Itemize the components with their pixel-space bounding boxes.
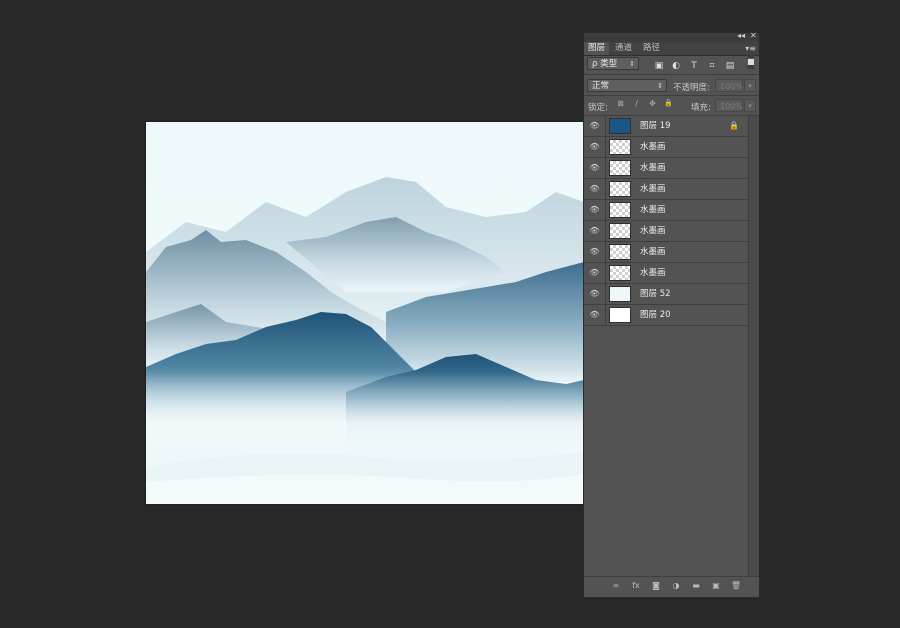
layer-name[interactable]: 水墨画: [640, 263, 666, 283]
lock-icon: 🔒: [729, 121, 739, 130]
layer-row[interactable]: 👁 水墨画: [584, 263, 749, 284]
ink-mountain-artwork: [146, 122, 584, 504]
layer-name[interactable]: 图层 52: [640, 284, 671, 304]
divider: [584, 95, 759, 96]
lock-transparent-icon[interactable]: ⊠: [615, 99, 626, 108]
document-canvas[interactable]: [146, 122, 584, 504]
close-icon[interactable]: ✕: [750, 31, 757, 40]
filter-kind-label: 类型: [600, 59, 618, 69]
layer-thumbnail: [609, 181, 631, 197]
chevron-updown-icon: ⇕: [629, 60, 635, 68]
new-layer-icon[interactable]: ▣: [710, 581, 722, 590]
layer-thumbnail: [609, 244, 631, 260]
lock-label: 锁定:: [588, 103, 608, 113]
panel-titlebar: ◂◂ ✕: [584, 31, 759, 42]
lock-paint-icon[interactable]: ∕: [631, 99, 642, 108]
layer-row[interactable]: 👁 图层 19 🔒: [584, 116, 749, 137]
layer-row[interactable]: 👁 水墨画: [584, 158, 749, 179]
image-filter-icon[interactable]: ▣: [653, 61, 665, 71]
eye-icon[interactable]: 👁: [584, 137, 606, 157]
fx-icon[interactable]: fx: [630, 581, 642, 590]
layer-thumbnail: [609, 160, 631, 176]
layer-thumbnail: [609, 286, 631, 302]
panel-tabs: 图层 通道 路径 ▾≡: [584, 42, 759, 56]
layer-row[interactable]: 👁 水墨画: [584, 242, 749, 263]
layer-thumbnail: [609, 307, 631, 323]
type-filter-icon[interactable]: T: [688, 61, 700, 71]
smart-object-filter-icon[interactable]: ▤: [724, 61, 736, 71]
eye-icon[interactable]: 👁: [584, 179, 606, 199]
layer-row[interactable]: 👁 水墨画: [584, 200, 749, 221]
layer-name[interactable]: 水墨画: [640, 221, 666, 241]
opacity-dropdown-icon[interactable]: ▾: [744, 79, 756, 92]
filter-toggle-icon[interactable]: ■: [747, 55, 755, 69]
eye-icon[interactable]: 👁: [584, 200, 606, 220]
layer-filter-kind-select[interactable]: ρ 类型 ⇕: [587, 57, 639, 70]
shape-filter-icon[interactable]: ⌗: [706, 61, 718, 71]
new-group-icon[interactable]: ▬: [690, 581, 702, 590]
layer-name[interactable]: 水墨画: [640, 158, 666, 178]
tab-paths[interactable]: 路径: [639, 42, 664, 55]
opacity-field[interactable]: 100%: [715, 79, 743, 92]
lock-position-icon[interactable]: ✥: [647, 99, 658, 108]
layer-name[interactable]: 水墨画: [640, 200, 666, 220]
tab-layers[interactable]: 图层: [584, 42, 610, 55]
panel-bottom-toolbar: ∞ fx ◙ ◑ ▬ ▣ 🗑: [584, 576, 759, 597]
collapse-icon[interactable]: ◂◂: [737, 31, 745, 40]
layer-thumbnail: [609, 223, 631, 239]
layer-row[interactable]: 👁 水墨画: [584, 179, 749, 200]
layers-panel: ◂◂ ✕ 图层 通道 路径 ▾≡ ρ 类型 ⇕ ▣ ◐ T ⌗ ▤ ■ 正常 ⇕…: [583, 31, 760, 598]
fill-dropdown-icon[interactable]: ▾: [744, 99, 756, 112]
layer-list-scrollbar[interactable]: [748, 116, 759, 576]
layer-name[interactable]: 水墨画: [640, 179, 666, 199]
layer-list: 👁 图层 19 🔒 👁 水墨画 👁 水墨画 👁 水墨画 👁 水墨画 👁 水墨画 👁 水墨画 👁 水墨画 👁 图层 5…: [584, 116, 749, 326]
layer-name[interactable]: 图层 20: [640, 305, 671, 325]
fill-field[interactable]: 100%: [715, 99, 743, 112]
layer-name[interactable]: 水墨画: [640, 242, 666, 262]
eye-icon[interactable]: 👁: [584, 284, 606, 304]
fill-label: 填充:: [691, 103, 711, 113]
eye-icon[interactable]: 👁: [584, 116, 606, 136]
link-layers-icon[interactable]: ∞: [610, 581, 622, 590]
layer-row[interactable]: 👁 图层 20: [584, 305, 749, 326]
delete-layer-icon[interactable]: 🗑: [730, 581, 742, 590]
layer-name[interactable]: 图层 19: [640, 116, 671, 136]
search-icon: ρ: [592, 59, 598, 69]
layer-name[interactable]: 水墨画: [640, 137, 666, 157]
blend-mode-select[interactable]: 正常 ⇕: [587, 79, 667, 92]
chevron-updown-icon: ⇕: [657, 82, 663, 90]
tab-channels[interactable]: 通道: [611, 42, 636, 55]
eye-icon[interactable]: 👁: [584, 158, 606, 178]
eye-icon[interactable]: 👁: [584, 263, 606, 283]
divider: [584, 74, 759, 75]
layer-thumbnail: [609, 202, 631, 218]
adjustment-layer-icon[interactable]: ◑: [670, 581, 682, 590]
adjustment-filter-icon[interactable]: ◐: [670, 61, 682, 71]
panel-menu-icon[interactable]: ▾≡: [745, 42, 756, 55]
eye-icon[interactable]: 👁: [584, 305, 606, 325]
layer-row[interactable]: 👁 水墨画: [584, 137, 749, 158]
eye-icon[interactable]: 👁: [584, 221, 606, 241]
layer-thumbnail: [609, 118, 631, 134]
layer-row[interactable]: 👁 图层 52: [584, 284, 749, 305]
blend-mode-value: 正常: [592, 81, 610, 91]
eye-icon[interactable]: 👁: [584, 242, 606, 262]
layer-thumbnail: [609, 265, 631, 281]
layer-thumbnail: [609, 139, 631, 155]
opacity-label: 不透明度:: [673, 83, 710, 93]
layer-row[interactable]: 👁 水墨画: [584, 221, 749, 242]
lock-all-icon[interactable]: 🔒: [663, 99, 674, 107]
add-mask-icon[interactable]: ◙: [650, 581, 662, 590]
